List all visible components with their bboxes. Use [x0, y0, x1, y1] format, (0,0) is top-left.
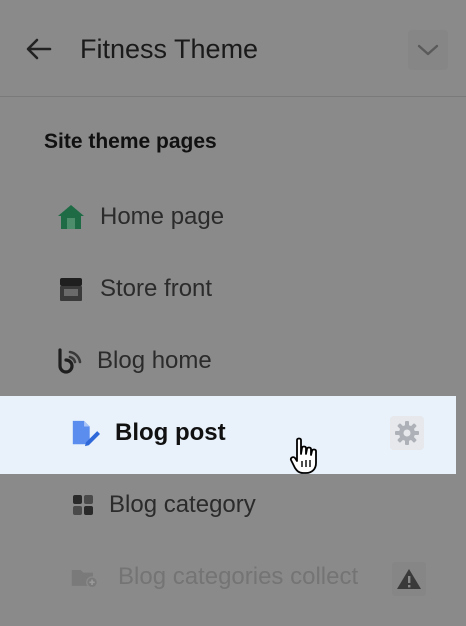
hand-pointer-icon [289, 437, 317, 474]
page-item-blog-home[interactable]: Blog home [0, 332, 466, 388]
folder-add-icon [70, 562, 100, 592]
panel-header: Fitness Theme [0, 0, 466, 97]
page-item-store-front[interactable]: Store front [0, 260, 466, 316]
back-button[interactable] [22, 34, 56, 64]
collapse-button[interactable] [408, 30, 448, 70]
chevron-down-icon [417, 44, 439, 56]
page-settings-button[interactable] [390, 416, 424, 450]
arrow-left-icon [26, 38, 52, 60]
gear-icon [395, 421, 419, 445]
grid-icon [68, 490, 98, 520]
page-item-label: Blog post [115, 419, 226, 446]
page-item-home[interactable]: Home page [0, 188, 466, 244]
page-item-label: Store front [100, 275, 213, 302]
home-icon [56, 202, 86, 232]
page-item-blog-post[interactable]: Blog post [0, 396, 456, 474]
page-item-label: Blog home [97, 347, 212, 374]
store-icon [56, 274, 86, 304]
page-item-label: Blog categories collect [118, 563, 359, 590]
blog-post-icon [70, 418, 100, 448]
warning-button[interactable] [392, 562, 426, 596]
page-item-label: Blog category [109, 491, 256, 518]
theme-title: Fitness Theme [80, 34, 259, 64]
blog-home-icon [54, 346, 84, 376]
warning-icon [397, 569, 421, 589]
page-item-blog-category[interactable]: Blog category [0, 476, 466, 532]
section-title: Site theme pages [44, 130, 217, 153]
page-item-label: Home page [100, 203, 225, 230]
